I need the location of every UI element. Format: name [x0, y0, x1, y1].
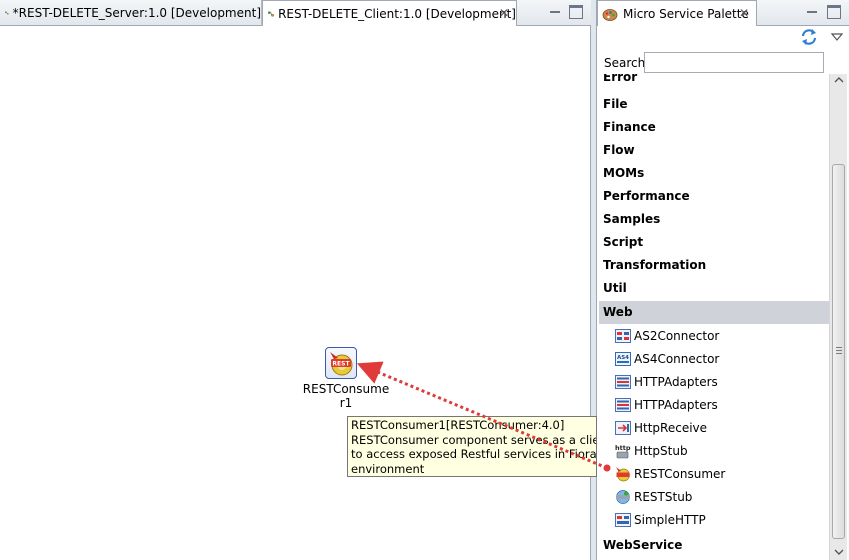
- palette-item-as2connector[interactable]: AS2Connector: [599, 324, 830, 347]
- minimize-button[interactable]: [805, 5, 819, 19]
- http-receive-icon: [615, 420, 631, 435]
- component-tooltip: RESTConsumer1[RESTConsumer:4.0] RESTCons…: [347, 416, 597, 477]
- maximize-button[interactable]: [569, 5, 583, 19]
- component-label: RESTConsume r1: [302, 382, 390, 410]
- palette-scrollbar[interactable]: [829, 74, 847, 560]
- category-transformation[interactable]: Transformation: [599, 254, 830, 277]
- search-label: Search: [604, 56, 646, 70]
- palette-icon: [602, 9, 618, 21]
- view-menu-icon[interactable]: [831, 32, 843, 42]
- flow-diagram-icon: [5, 11, 9, 15]
- palette-item-httpadapters[interactable]: HTTPAdapters: [599, 370, 830, 393]
- editor-tab-bar: *REST-DELETE_Server:1.0 [Development] RE…: [0, 0, 591, 27]
- scroll-thumb[interactable]: [832, 164, 845, 539]
- tab-rest-delete-server[interactable]: *REST-DELETE_Server:1.0 [Development]: [0, 0, 262, 26]
- http-adapter-icon: [615, 397, 631, 412]
- item-label: SimpleHTTP: [634, 512, 706, 527]
- close-icon[interactable]: ✕: [498, 7, 510, 19]
- category-error[interactable]: Error: [599, 74, 830, 88]
- palette-item-httpstub[interactable]: http HttpStub: [599, 439, 830, 462]
- palette-item-simplehttp[interactable]: SimpleHTTP: [599, 508, 830, 531]
- category-performance[interactable]: Performance: [599, 185, 830, 208]
- category-list: Error File Finance Flow MOMs Performance…: [597, 74, 830, 560]
- tab-label: *REST-DELETE_Server:1.0 [Development]: [12, 6, 261, 20]
- rest-stub-icon: [616, 489, 630, 504]
- item-label: HTTPAdapters: [634, 374, 718, 389]
- as4-icon: AS4: [615, 351, 631, 366]
- category-flow[interactable]: Flow: [599, 139, 830, 162]
- http-stub-icon: http: [615, 444, 631, 458]
- palette-tab-bar: Micro Service Palette ✕: [597, 0, 849, 27]
- category-webservice[interactable]: WebService: [599, 534, 830, 557]
- palette-item-httpadapters-2[interactable]: HTTPAdapters: [599, 393, 830, 416]
- item-label: AS4Connector: [634, 351, 720, 366]
- category-finance[interactable]: Finance: [599, 116, 830, 139]
- rest-consumer-icon: REST: [330, 352, 353, 376]
- flow-canvas[interactable]: [0, 26, 590, 560]
- svg-text:AS4: AS4: [617, 355, 629, 361]
- close-icon[interactable]: ✕: [738, 7, 750, 19]
- scroll-down-icon[interactable]: [834, 548, 844, 556]
- palette-item-httpreceive[interactable]: HttpReceive: [599, 416, 830, 439]
- tab-label: REST-DELETE_Client:1.0 [Development]: [278, 7, 516, 21]
- svg-text:http: http: [615, 444, 631, 452]
- palette-title: Micro Service Palette: [623, 7, 749, 21]
- minimize-button[interactable]: [548, 5, 562, 19]
- palette-item-restconsumer[interactable]: RESTConsumer: [599, 462, 830, 485]
- category-moms[interactable]: MOMs: [599, 162, 830, 185]
- svg-text:REST: REST: [332, 361, 350, 368]
- item-label: HttpStub: [634, 443, 688, 458]
- scroll-up-icon[interactable]: [834, 76, 844, 84]
- tab-micro-service-palette[interactable]: Micro Service Palette ✕: [597, 0, 757, 27]
- rest-consumer-component[interactable]: REST: [325, 347, 357, 379]
- item-label: HTTPAdapters: [634, 397, 718, 412]
- category-samples[interactable]: Samples: [599, 208, 830, 231]
- refresh-icon[interactable]: [800, 28, 818, 46]
- search-input[interactable]: [644, 52, 824, 73]
- maximize-button[interactable]: [827, 5, 841, 19]
- flow-diagram-icon: [268, 11, 274, 17]
- category-web[interactable]: Web: [599, 301, 830, 324]
- item-label: HttpReceive: [634, 420, 708, 435]
- micro-service-palette: Micro Service Palette ✕ Search Error Fil…: [596, 0, 849, 560]
- palette-item-as4connector[interactable]: AS4 AS4Connector: [599, 347, 830, 370]
- item-label: RESTConsumer: [634, 466, 726, 481]
- item-label: RESTStub: [634, 489, 693, 504]
- http-adapter-icon: [615, 374, 631, 389]
- palette-item-reststub[interactable]: RESTStub: [599, 485, 830, 508]
- item-label: AS2Connector: [634, 328, 720, 343]
- simple-http-icon: [615, 512, 631, 527]
- as2-icon: [615, 328, 631, 343]
- category-util[interactable]: Util: [599, 277, 830, 300]
- rest-consumer-icon: [616, 466, 630, 481]
- scroll-grip: [836, 347, 842, 354]
- palette-toolbar: [597, 26, 849, 48]
- category-file[interactable]: File: [599, 93, 830, 116]
- tab-rest-delete-client[interactable]: REST-DELETE_Client:1.0 [Development] ✕: [262, 0, 517, 27]
- category-script[interactable]: Script: [599, 231, 830, 254]
